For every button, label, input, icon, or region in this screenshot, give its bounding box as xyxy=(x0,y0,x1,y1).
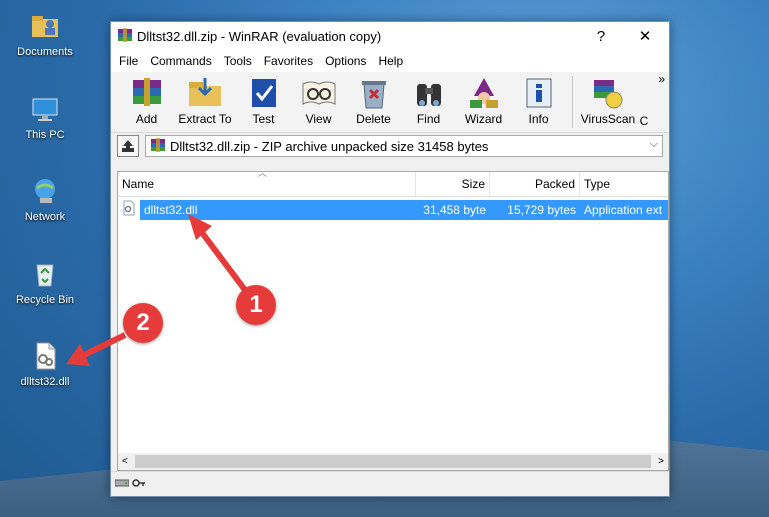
callout-step-1: 1 xyxy=(236,285,276,325)
annotation-arrows xyxy=(66,214,248,366)
callout-step-2: 2 xyxy=(123,303,163,343)
